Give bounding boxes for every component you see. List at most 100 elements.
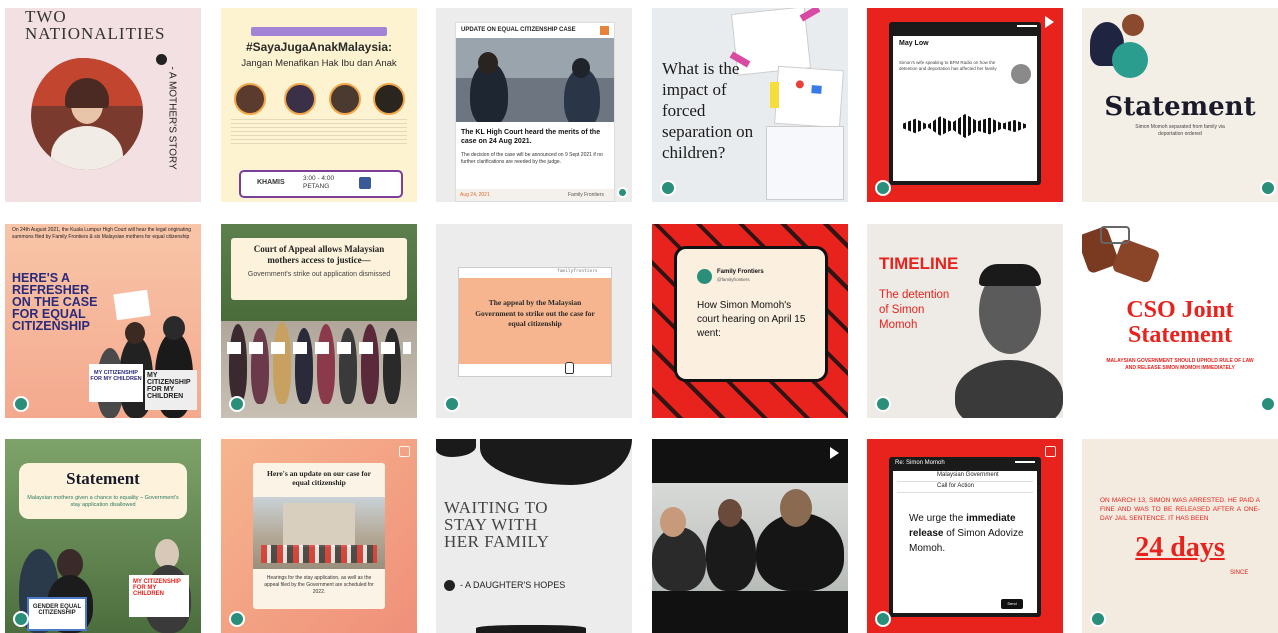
card-title: Here's an update on our case for equal c… bbox=[267, 469, 371, 487]
tile-subtitle: Jangan Menafikan Hak Ibu dan Anak bbox=[241, 58, 397, 69]
speaker-names bbox=[231, 116, 407, 146]
brand-logo-icon bbox=[229, 396, 245, 412]
message-text: Simon's wife speaking to BFM Radio on ho… bbox=[899, 60, 997, 71]
speaker-avatar bbox=[284, 83, 316, 115]
sender-name: May Low bbox=[899, 40, 929, 47]
handcuffed-hands-illustration bbox=[1082, 224, 1161, 294]
card-body: The decision of the case will be announc… bbox=[461, 152, 603, 165]
email-subject-bar: Re: Simon Momoh bbox=[895, 460, 945, 466]
brand-logo-icon bbox=[875, 180, 891, 196]
brand-logo-icon bbox=[875, 611, 891, 627]
tile-since: SINCE bbox=[1230, 570, 1249, 576]
speaker-avatar bbox=[234, 83, 266, 115]
tweet-account: Family Frontiers bbox=[717, 269, 764, 275]
tile-subtitle: The detention of Simon Momoh bbox=[879, 289, 950, 331]
tape bbox=[770, 82, 779, 108]
speaker-avatar bbox=[329, 83, 361, 115]
illustration-head bbox=[1122, 14, 1144, 36]
avatar bbox=[1011, 64, 1031, 84]
tile-side-caption: - A MOTHER'S STORY bbox=[166, 66, 178, 170]
post-tile-court-hearing-tweet[interactable]: Family Frontiers @familyfrontiers How Si… bbox=[652, 224, 848, 418]
post-tile-update-case[interactable]: Here's an update on our case for equal c… bbox=[221, 439, 417, 633]
brand-logo-icon bbox=[13, 396, 29, 412]
window-body: May Low Simon's wife speaking to BFM Rad… bbox=[893, 36, 1037, 181]
tile-subtitle: - A DAUGHTER'S HOPES bbox=[460, 580, 566, 590]
close-icon bbox=[600, 26, 609, 35]
post-tile-timeline[interactable]: TIMELINE The detention of Simon Momoh bbox=[867, 224, 1063, 418]
ink-blob bbox=[480, 439, 632, 485]
tile-title: CSO Joint Statement bbox=[1126, 297, 1234, 348]
play-circle-icon bbox=[444, 580, 455, 591]
card-source: Family Frontiers bbox=[568, 192, 604, 198]
reel-icon bbox=[1045, 16, 1054, 28]
event-footer: KHAMIS 3:00 - 4:00 PETANG bbox=[239, 170, 403, 198]
avatar bbox=[697, 269, 712, 284]
card-header: UPDATE ON EQUAL CITIZENSHIP CASE bbox=[461, 27, 576, 33]
post-tile-cso-joint[interactable]: CSO Joint Statement MALAYSIAN GOVERNMENT… bbox=[1082, 224, 1278, 418]
court-photo bbox=[253, 497, 385, 569]
brand-logo-icon bbox=[1090, 611, 1106, 627]
post-tile-may-low-audio[interactable]: May Low Simon's wife speaking to BFM Rad… bbox=[867, 8, 1063, 202]
post-tile-appeal-strike-out[interactable]: familyfrontiers The appeal by the Malays… bbox=[436, 224, 632, 418]
brand-logo-icon bbox=[13, 611, 29, 627]
card-title: Statement bbox=[66, 469, 140, 488]
headline-card: Court of Appeal allows Malaysian mothers… bbox=[231, 238, 407, 300]
tile-question: What is the impact of forced separation … bbox=[662, 59, 754, 162]
post-tile-two-nationalities[interactable]: TWO NATIONALITIES - A MOTHER'S STORY bbox=[5, 8, 201, 202]
tile-title: TIMELINE bbox=[879, 254, 959, 273]
protest-sign: MY CITIZENSHIP FOR MY CHILDREN bbox=[129, 575, 189, 617]
brand-logo-icon bbox=[875, 396, 891, 412]
post-tile-forced-separation[interactable]: What is the impact of forced separation … bbox=[652, 8, 848, 202]
post-tile-statement-simon[interactable]: Statement Simon Momoh separated from fam… bbox=[1082, 8, 1278, 202]
email-window: Re: Simon Momoh Malaysian Government Cal… bbox=[889, 457, 1041, 617]
cursor-hand-icon bbox=[565, 362, 574, 374]
reel-icon bbox=[830, 447, 839, 459]
post-tile-court-video[interactable] bbox=[652, 439, 848, 633]
tile-subtitle: MALAYSIAN GOVERNMENT SHOULD UPHOLD RULE … bbox=[1106, 358, 1254, 371]
tile-title: WAITING TO STAY WITH HER FAMILY bbox=[444, 498, 550, 551]
card-date: Aug 24, 2021 bbox=[460, 192, 490, 198]
protest-sign: MY CITIZENSHIP FOR MY CHILDREN bbox=[145, 370, 197, 410]
tile-intro: ON MARCH 13, SIMON WAS ARRESTED. HE PAID… bbox=[1100, 497, 1260, 522]
window-body: The appeal by the Malaysian Government t… bbox=[459, 278, 611, 364]
email-message-pre: We urge the bbox=[909, 513, 967, 524]
post-tile-email-release[interactable]: Re: Simon Momoh Malaysian Government Cal… bbox=[867, 439, 1063, 633]
card-title: Court of Appeal allows Malaysian mothers… bbox=[253, 244, 385, 265]
brand-logo-icon bbox=[444, 396, 460, 412]
window-text: The appeal by the Malaysian Government t… bbox=[475, 298, 595, 328]
ink-blob bbox=[476, 625, 586, 633]
tile-title: Statement bbox=[1104, 92, 1256, 122]
window: familyfrontiers The appeal by the Malays… bbox=[458, 267, 612, 377]
window-controls-icon bbox=[1017, 25, 1037, 31]
protest-sign: MY CITIZENSHIP FOR MY CHILDREN bbox=[89, 364, 143, 402]
post-tile-waiting-to-stay[interactable]: WAITING TO STAY WITH HER FAMILY - A DAUG… bbox=[436, 439, 632, 633]
post-tile-court-of-appeal[interactable]: Court of Appeal allows Malaysian mothers… bbox=[221, 224, 417, 418]
tweet-text: How Simon Momoh's court hearing on April… bbox=[697, 300, 806, 339]
carousel-icon bbox=[1045, 446, 1056, 457]
update-card: Here's an update on our case for equal c… bbox=[253, 463, 385, 609]
card: UPDATE ON EQUAL CITIZENSHIP CASE The KL … bbox=[455, 22, 615, 202]
post-tile-update-citizenship[interactable]: UPDATE ON EQUAL CITIZENSHIP CASE The KL … bbox=[436, 8, 632, 202]
event-date: KHAMIS bbox=[257, 179, 285, 186]
card-headline: The KL High Court heard the merits of th… bbox=[461, 129, 601, 145]
email-message: We urge the immediate release of Simon A… bbox=[909, 511, 1027, 556]
tile-intro: On 24th August 2021, the Kuala Lumpur Hi… bbox=[12, 227, 192, 240]
brand-logo-icon bbox=[617, 187, 628, 198]
post-tile-saya-juga[interactable]: #SayaJugaAnakMalaysia: Jangan Menafikan … bbox=[221, 8, 417, 202]
portrait-photo bbox=[955, 264, 1063, 418]
facebook-icon bbox=[359, 177, 371, 189]
post-tile-24-days[interactable]: ON MARCH 13, SIMON WAS ARRESTED. HE PAID… bbox=[1082, 439, 1278, 633]
email-body: Malaysian Government Call for Action We … bbox=[893, 471, 1037, 613]
post-tile-statement-stay[interactable]: Statement Malaysian mothers given a chan… bbox=[5, 439, 201, 633]
tile-hashtag: #SayaJugaAnakMalaysia: bbox=[245, 40, 393, 54]
tile-subtitle: Simon Momoh separated from family via de… bbox=[1135, 124, 1225, 137]
card-subtitle: Government's strike out application dism… bbox=[247, 271, 391, 278]
live-badge bbox=[251, 27, 387, 36]
card-subtitle: Malaysian mothers given a chance to equa… bbox=[27, 495, 179, 508]
post-tile-refresher[interactable]: On 24th August 2021, the Kuala Lumpur Hi… bbox=[5, 224, 201, 418]
event-time: 3:00 - 4:00 PETANG bbox=[303, 175, 335, 190]
news-photo bbox=[456, 38, 614, 122]
card-body: Hearings for the stay application, as we… bbox=[264, 575, 374, 595]
send-button[interactable]: Send bbox=[1001, 599, 1023, 609]
tweet-handle: @familyfrontiers bbox=[717, 277, 750, 282]
